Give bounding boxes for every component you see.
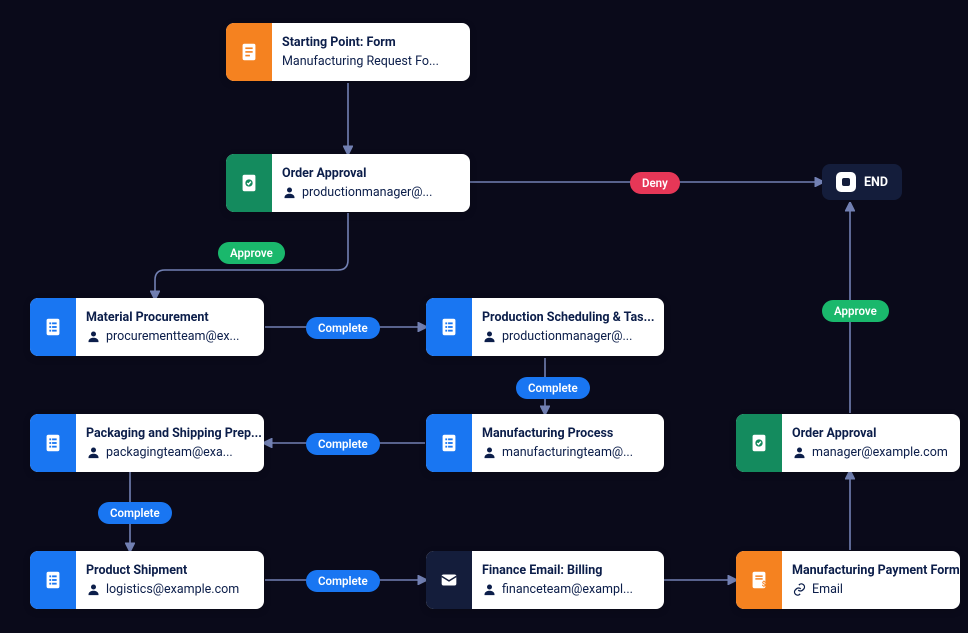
node-title: Finance Email: Billing: [482, 563, 633, 578]
badge-approve: Approve: [822, 300, 889, 322]
node-product-shipment[interactable]: Product Shipment logistics@example.com: [30, 551, 264, 609]
person-icon: [482, 329, 497, 344]
node-title: Starting Point: Form: [282, 35, 439, 50]
badge-approve: Approve: [218, 242, 285, 264]
node-production-scheduling[interactable]: Production Scheduling & Tas... productio…: [426, 298, 664, 356]
badge-complete: Complete: [98, 502, 172, 524]
person-icon: [482, 445, 497, 460]
node-manufacturing-process[interactable]: Manufacturing Process manufacturingteam@…: [426, 414, 664, 472]
person-icon: [792, 445, 807, 460]
node-material-procurement[interactable]: Material Procurement procurementteam@ex.…: [30, 298, 264, 356]
node-finance-email[interactable]: Finance Email: Billing financeteam@examp…: [426, 551, 664, 609]
node-title: Manufacturing Payment Form: [792, 563, 960, 578]
email-icon: [426, 551, 472, 609]
end-icon: [836, 172, 856, 192]
link-icon: [792, 582, 807, 597]
person-icon: [282, 185, 297, 200]
task-list-icon: [30, 298, 76, 356]
task-list-icon: [30, 414, 76, 472]
person-icon: [86, 582, 101, 597]
svg-text:$: $: [762, 579, 766, 588]
node-assignee: logistics@example.com: [86, 582, 239, 597]
node-title: Packaging and Shipping Prep...: [86, 426, 262, 441]
node-assignee: manufacturingteam@...: [482, 445, 633, 460]
person-icon: [86, 329, 101, 344]
node-assignee: packagingteam@exa...: [86, 445, 262, 460]
badge-deny: Deny: [630, 172, 680, 194]
node-title: Production Scheduling & Tas...: [482, 310, 654, 325]
task-list-icon: [426, 298, 472, 356]
node-start-form[interactable]: Starting Point: Form Manufacturing Reque…: [226, 23, 470, 81]
node-assignee: procurementteam@ex...: [86, 329, 239, 344]
node-source: Email: [792, 582, 960, 597]
node-packaging-shipping[interactable]: Packaging and Shipping Prep... packaging…: [30, 414, 264, 472]
approval-icon: [226, 154, 272, 212]
node-title: Manufacturing Process: [482, 426, 633, 441]
form-icon: [226, 23, 272, 81]
approval-icon: [736, 414, 782, 472]
payment-form-icon: $: [736, 551, 782, 609]
node-order-approval-2[interactable]: Order Approval manager@example.com: [736, 414, 960, 472]
node-order-approval-1[interactable]: Order Approval productionmanager@...: [226, 154, 470, 212]
person-icon: [86, 445, 101, 460]
badge-complete: Complete: [516, 377, 590, 399]
node-assignee: productionmanager@...: [482, 329, 654, 344]
node-title: Product Shipment: [86, 563, 239, 578]
node-title: Material Procurement: [86, 310, 239, 325]
node-assignee: productionmanager@...: [282, 185, 432, 200]
node-title: Order Approval: [792, 426, 948, 441]
task-list-icon: [30, 551, 76, 609]
node-assignee: manager@example.com: [792, 445, 948, 460]
node-title: Order Approval: [282, 166, 432, 181]
badge-complete: Complete: [306, 570, 380, 592]
task-list-icon: [426, 414, 472, 472]
badge-complete: Complete: [306, 433, 380, 455]
badge-complete: Complete: [306, 317, 380, 339]
node-payment-form[interactable]: $ Manufacturing Payment Form Email: [736, 551, 960, 609]
person-icon: [482, 582, 497, 597]
node-end[interactable]: END: [822, 164, 902, 200]
end-label: END: [864, 175, 888, 190]
node-assignee: financeteam@exampl...: [482, 582, 633, 597]
node-subtitle: Manufacturing Request Fo...: [282, 54, 439, 69]
